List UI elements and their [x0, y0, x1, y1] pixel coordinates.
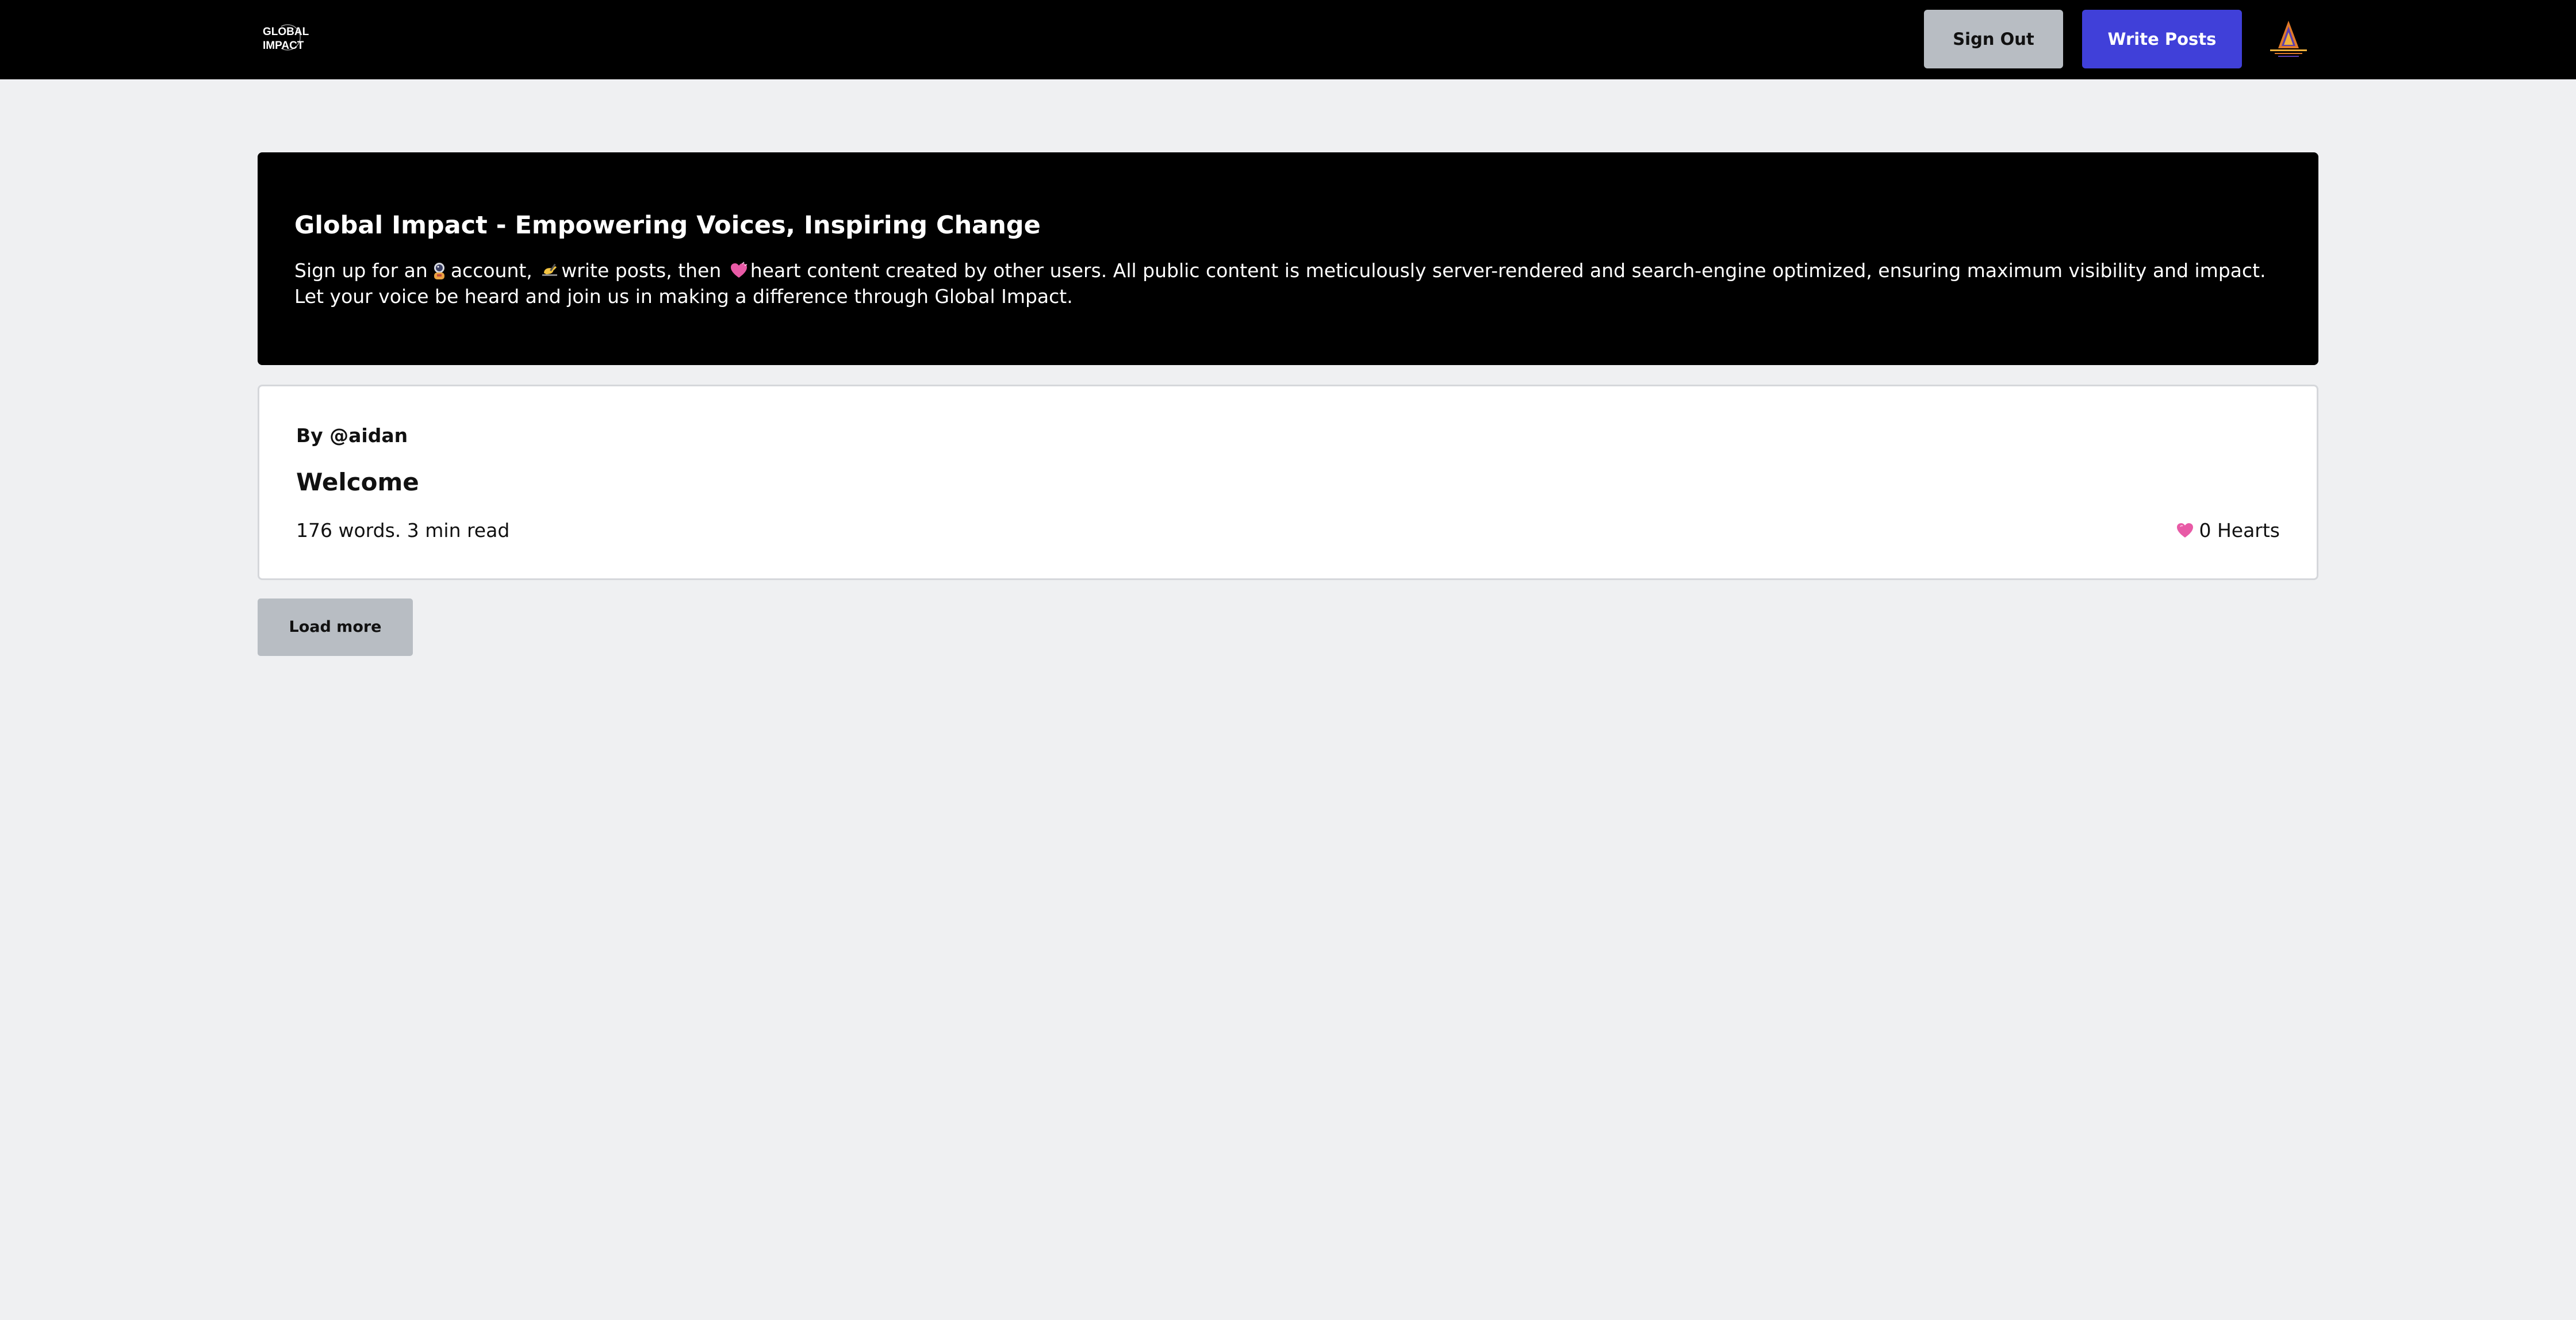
writing-hand-icon	[542, 263, 558, 276]
post-title-link[interactable]: Welcome	[296, 466, 419, 498]
load-more-button[interactable]: Load more	[258, 598, 413, 656]
global-impact-logo-icon: GLOBAL IMPACT	[263, 24, 309, 52]
top-navbar: GLOBAL IMPACT Sign Out Write Posts	[0, 0, 2576, 79]
hearts-label: 0 Hearts	[2199, 519, 2280, 542]
heart-icon	[2177, 523, 2194, 538]
sign-out-button[interactable]: Sign Out	[1924, 10, 2063, 68]
write-posts-button[interactable]: Write Posts	[2082, 10, 2242, 68]
post-hearts-count[interactable]: 0 Hearts	[2176, 518, 2280, 543]
astronaut-icon	[434, 263, 444, 279]
hero-description: Sign up for an account, write posts, the…	[294, 258, 2272, 309]
hero-title: Global Impact - Empowering Voices, Inspi…	[294, 211, 1041, 240]
post-author[interactable]: By @aidan	[296, 423, 408, 448]
user-avatar-icon	[2266, 18, 2312, 61]
svg-text:GLOBAL: GLOBAL	[263, 26, 309, 38]
post-reading-meta: 176 words. 3 min read	[296, 519, 510, 542]
hero-text-part1: Sign up for an	[294, 259, 428, 282]
post-card[interactable]: By @aidan Welcome 176 words. 3 min read …	[258, 385, 2318, 580]
hero-text-part2: account,	[450, 259, 532, 282]
hero-text-part3: write posts, then	[561, 259, 722, 282]
svg-text:IMPACT: IMPACT	[263, 40, 304, 52]
hero-banner: Global Impact - Empowering Voices, Inspi…	[258, 152, 2318, 365]
heart-icon	[730, 262, 747, 278]
